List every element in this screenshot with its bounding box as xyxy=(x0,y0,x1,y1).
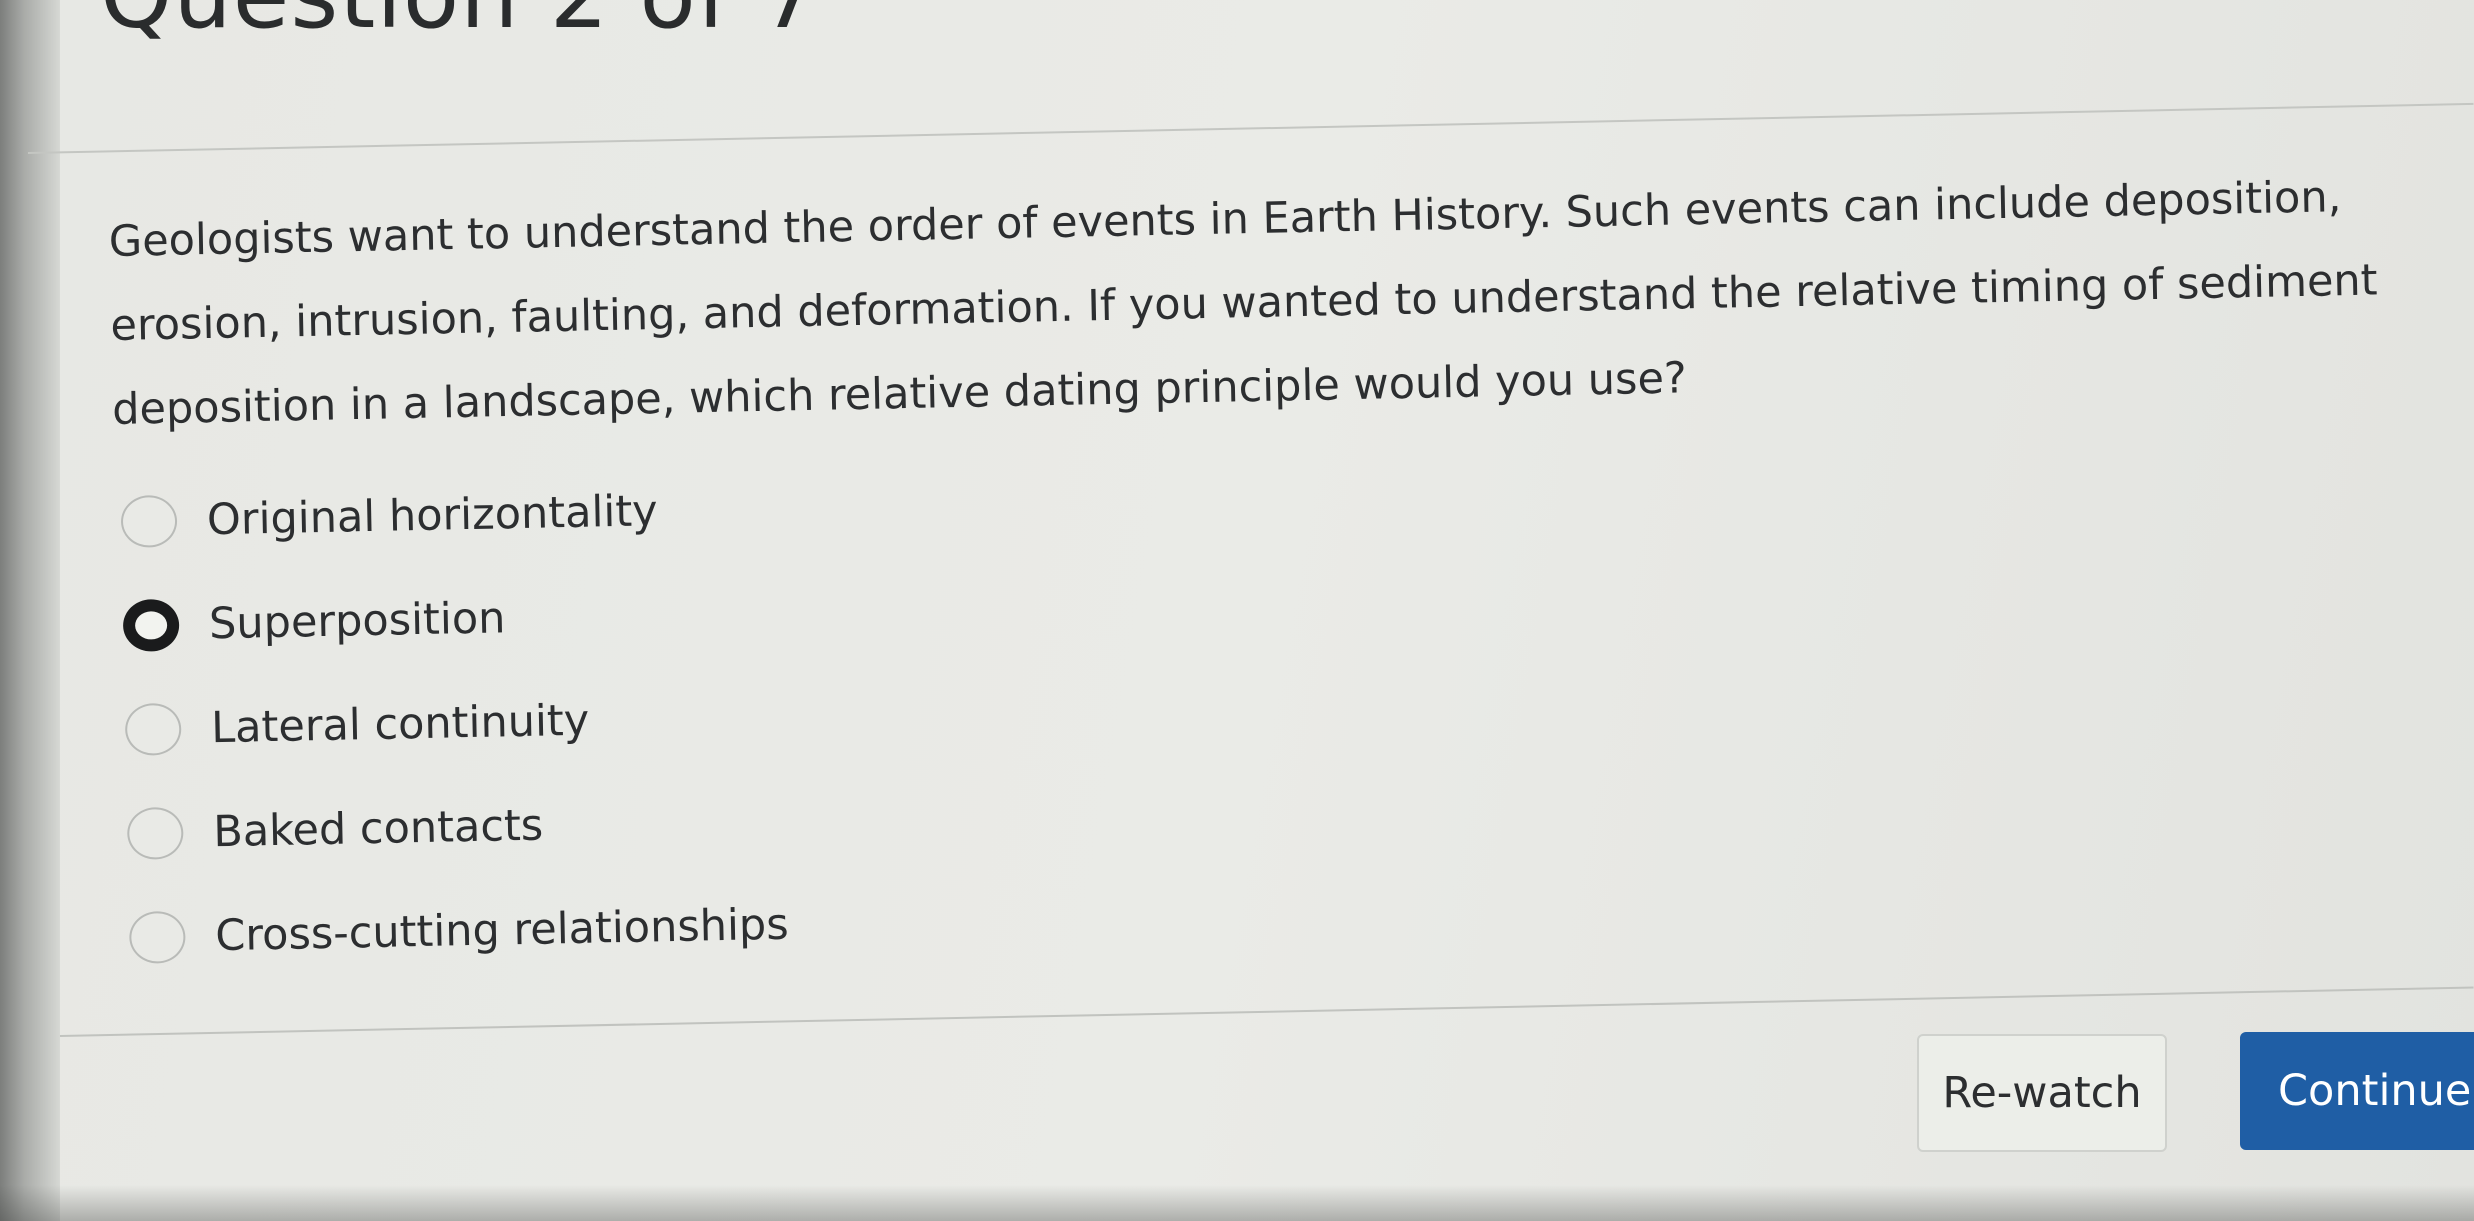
radio-button[interactable] xyxy=(128,910,186,964)
page: Question 2 of 7 Geologists want to under… xyxy=(0,0,2474,1221)
page-title: Question 2 of 7 xyxy=(100,0,820,49)
radio-button-selected[interactable] xyxy=(122,598,180,652)
option-original-horizontality[interactable]: Original horizontality xyxy=(120,457,781,574)
rewatch-button[interactable]: Re-watch xyxy=(1917,1034,2167,1152)
option-label: Baked contacts xyxy=(212,800,544,858)
radio-button[interactable] xyxy=(124,702,182,756)
answer-options: Original horizontality Superposition Lat… xyxy=(120,457,790,990)
radio-button[interactable] xyxy=(126,806,184,860)
option-label: Original horizontality xyxy=(206,486,659,546)
continue-button[interactable]: Continue xyxy=(2240,1032,2474,1150)
radio-button[interactable] xyxy=(120,494,178,548)
option-label: Cross-cutting relationships xyxy=(214,899,790,962)
option-cross-cutting-relationships[interactable]: Cross-cutting relationships xyxy=(128,873,789,990)
screen-shadow xyxy=(0,1185,2474,1221)
option-superposition[interactable]: Superposition xyxy=(122,561,783,678)
option-lateral-continuity[interactable]: Lateral continuity xyxy=(124,665,785,782)
option-baked-contacts[interactable]: Baked contacts xyxy=(126,769,787,886)
screen-bezel xyxy=(0,0,60,1221)
option-label: Superposition xyxy=(208,593,506,650)
question-text: Geologists want to understand the order … xyxy=(108,152,2474,452)
option-label: Lateral continuity xyxy=(210,695,590,754)
